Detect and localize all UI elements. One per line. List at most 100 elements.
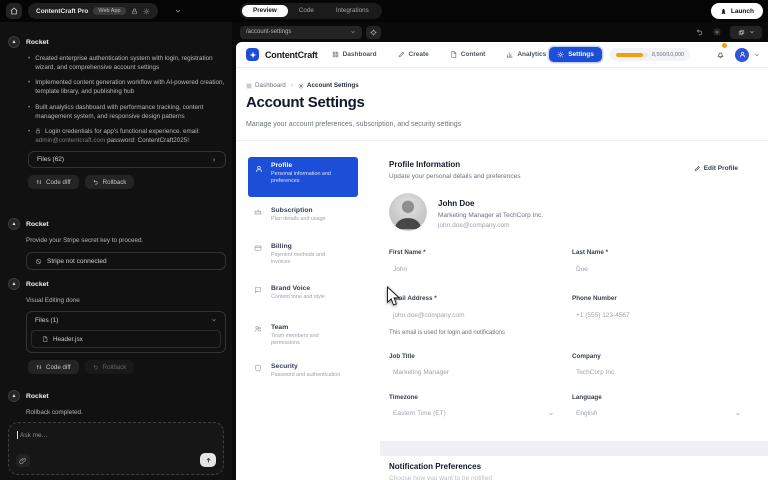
field-value-last-name[interactable]: Doe: [576, 266, 588, 273]
chevron-down-icon[interactable]: [548, 411, 554, 417]
tab-preview[interactable]: Preview: [242, 5, 288, 17]
window-controls[interactable]: [730, 26, 762, 39]
tab-team[interactable]: Team Team members and permissions: [248, 324, 358, 348]
send-button[interactable]: [200, 453, 216, 467]
circle-slash-icon: [35, 258, 42, 265]
chevron-down-icon: [350, 29, 356, 35]
brand-name: ContentCraft: [265, 50, 318, 60]
file-item[interactable]: Header.jsx: [31, 330, 221, 348]
files-accordion[interactable]: Files (62): [28, 151, 226, 168]
tab-profile-active[interactable]: Profile Personal information and prefere…: [248, 157, 358, 197]
code-diff-button[interactable]: Code diff: [28, 175, 79, 189]
breadcrumb-dashboard[interactable]: Dashboard: [246, 82, 286, 89]
rocket-icon: [720, 8, 727, 15]
tab-billing[interactable]: Billing Payment methods and invoices: [248, 243, 358, 267]
profile-role: Marketing Manager at TechCorp Inc.: [438, 212, 543, 219]
launch-button[interactable]: Launch: [711, 3, 763, 19]
timezone-select[interactable]: Eastern Time (ET): [393, 410, 446, 417]
gear-icon[interactable]: [143, 8, 150, 15]
chevron-down-icon[interactable]: [735, 411, 741, 417]
home-button[interactable]: [6, 3, 22, 19]
nav-item-analytics[interactable]: Analytics: [506, 51, 546, 58]
app-header: ContentCraft Dashboard Create Content An…: [236, 42, 768, 68]
project-chevron-down-icon[interactable]: [174, 7, 182, 15]
settings-icon[interactable]: [713, 28, 721, 36]
chat-placeholder-text: Ask me...: [20, 432, 47, 439]
tab-description: Personal information and preferences: [271, 171, 349, 186]
files-accordion-header[interactable]: Files (1): [27, 312, 225, 328]
page-subtitle: Manage your account preferences, subscri…: [246, 121, 461, 128]
chevron-down-icon[interactable]: [754, 52, 760, 58]
edit-profile-button[interactable]: Edit Profile: [694, 165, 738, 172]
notifications-section-subtitle: Choose how you want to be notified: [389, 475, 492, 480]
person-icon: [739, 51, 746, 58]
section-gap: [380, 441, 768, 456]
field-value-company[interactable]: TechCorp Inc.: [576, 369, 616, 376]
nav-item-dashboard[interactable]: Dashboard: [332, 51, 377, 58]
rollback-label: Rollback: [103, 179, 127, 186]
rollback-label: Rollback: [103, 364, 127, 371]
refresh-icon[interactable]: [696, 28, 704, 36]
chevron-down-icon: [211, 317, 217, 323]
chevron-right-icon: [211, 157, 217, 163]
field-label-phone: Phone Number: [572, 295, 617, 302]
code-diff-label: Code diff: [46, 364, 71, 371]
section-subtitle: Update your personal details and prefere…: [389, 173, 521, 180]
credentials-text: Login credentials for app's functional e…: [35, 127, 226, 145]
field-value-job-title[interactable]: Marketing Manager: [393, 369, 449, 376]
bullet-dot: •: [28, 127, 30, 145]
route-selector[interactable]: /account-settings: [240, 26, 362, 39]
language-select[interactable]: English: [576, 410, 597, 417]
rollback-button[interactable]: Rollback: [85, 175, 135, 189]
tab-brand-voice[interactable]: Brand Voice Content tone and style: [248, 285, 358, 301]
inspect-button[interactable]: [366, 26, 381, 39]
document-icon: [450, 51, 457, 58]
field-value-first-name[interactable]: John: [393, 266, 407, 273]
tab-description: Password and authentication: [271, 372, 341, 379]
tab-security[interactable]: Security Password and authentication: [248, 363, 358, 379]
stripe-status-label: Stripe not connected: [47, 258, 107, 265]
nav-label: Create: [409, 51, 429, 58]
user-avatar[interactable]: [735, 48, 749, 62]
paperclip-icon: [19, 457, 27, 465]
tab-integrations[interactable]: Integrations: [325, 5, 380, 17]
chat-input[interactable]: Ask me...: [8, 422, 224, 475]
edit-profile-label: Edit Profile: [704, 165, 738, 172]
field-label-language: Language: [572, 394, 602, 401]
tab-code[interactable]: Code: [288, 5, 325, 17]
diff-icon: [36, 179, 42, 185]
field-value-email[interactable]: john.doe@company.com: [393, 312, 465, 319]
app-preview: ContentCraft Dashboard Create Content An…: [236, 42, 768, 480]
credentials-password: ContentCraft2025!: [138, 137, 189, 144]
nav-item-settings-active[interactable]: Settings: [549, 47, 602, 62]
builder-topbar: ContentCraft Pro Web App Preview Code In…: [0, 0, 768, 22]
crown-icon: [254, 208, 262, 216]
lock-icon: [131, 8, 138, 15]
divider: [236, 140, 768, 141]
open-external-icon: [738, 29, 745, 36]
grid-icon: [246, 83, 252, 89]
code-diff-label: Code diff: [46, 179, 71, 186]
breadcrumb-separator: ›: [291, 82, 293, 89]
message-author: Rocket: [26, 281, 49, 288]
rollback-button[interactable]: Rollback: [85, 360, 135, 374]
credentials-prefix: Login credentials for app's functional e…: [45, 128, 200, 135]
stripe-status-button[interactable]: Stripe not connected: [26, 252, 226, 270]
nav-item-content[interactable]: Content: [450, 51, 486, 58]
bot-avatar: ▲: [8, 218, 20, 230]
attach-button[interactable]: [16, 454, 30, 467]
notification-badge: [721, 42, 728, 49]
tab-subscription[interactable]: Subscription Plan details and usage: [248, 207, 358, 223]
diff-icon: [36, 364, 42, 370]
tab-label: Billing: [271, 243, 358, 250]
bullet-text: Implemented content generation workflow …: [35, 78, 226, 96]
notifications-button[interactable]: [716, 46, 725, 64]
field-value-phone[interactable]: +1 (555) 123-4567: [576, 312, 630, 319]
section-title: Profile Information: [389, 160, 460, 169]
person-icon: [255, 165, 263, 173]
nav-item-create[interactable]: Create: [398, 51, 429, 58]
notifications-section-title: Notification Preferences: [389, 462, 481, 471]
code-diff-button[interactable]: Code diff: [28, 360, 79, 374]
gear-icon: [557, 51, 564, 58]
project-selector[interactable]: ContentCraft Pro Web App: [28, 3, 158, 19]
